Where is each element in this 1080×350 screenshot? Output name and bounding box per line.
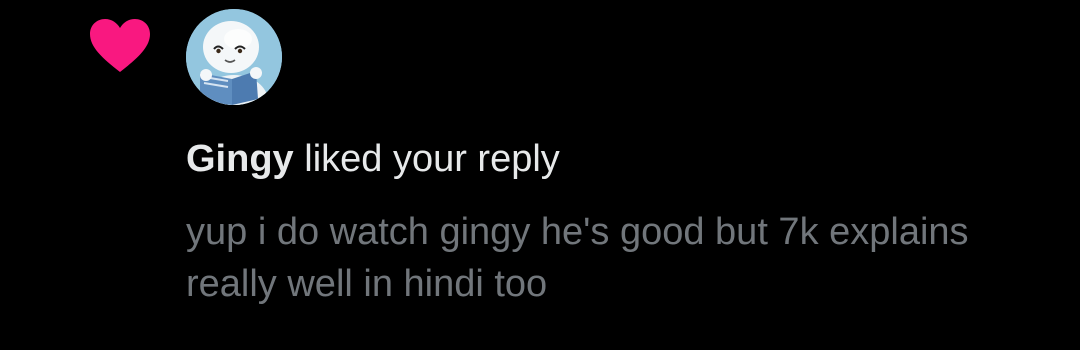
like-notification[interactable]: Gingy liked your reply yup i do watch gi… xyxy=(0,0,1080,350)
action-text: liked your reply xyxy=(293,138,560,180)
avatar-cartoon-icon xyxy=(186,9,282,105)
avatar[interactable] xyxy=(186,9,282,105)
heart-icon xyxy=(90,19,150,72)
notification-headline: Gingy liked your reply xyxy=(186,136,560,182)
reply-text[interactable]: yup i do watch gingy he's good but 7k ex… xyxy=(186,206,1046,310)
user-name[interactable]: Gingy xyxy=(186,138,294,180)
